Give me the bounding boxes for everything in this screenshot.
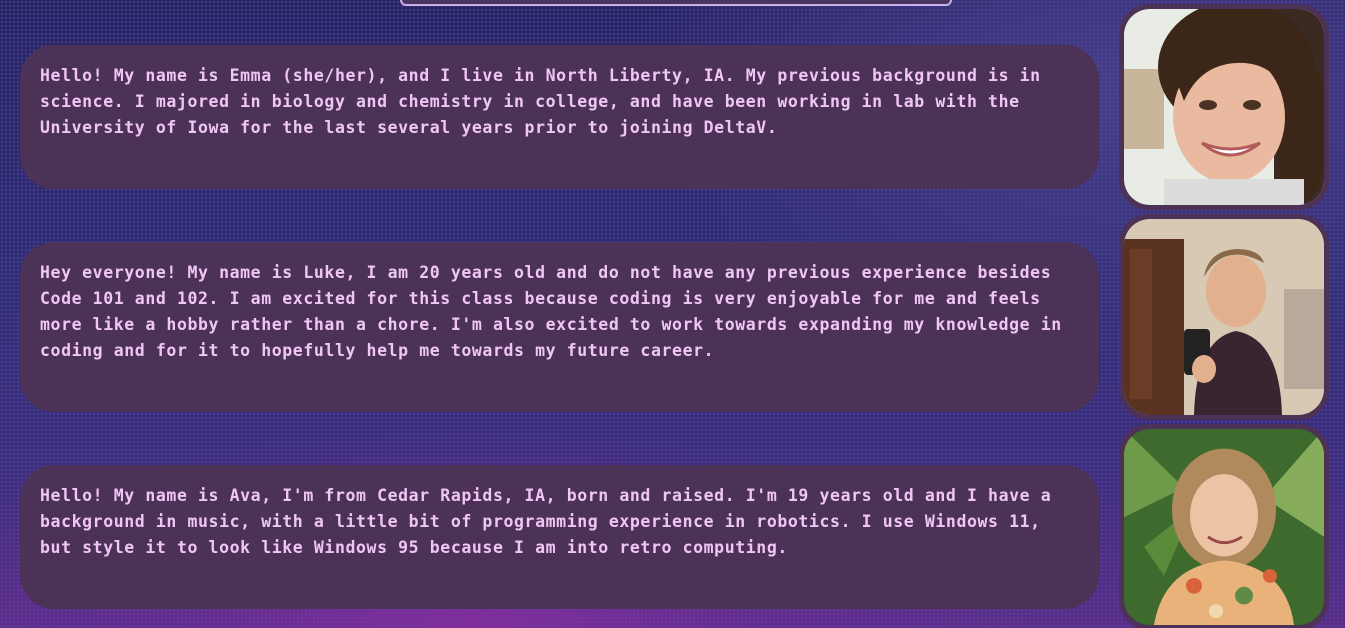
intro-card-luke: Hey everyone! My name is Luke, I am 20 y… (20, 242, 1099, 412)
photo-frame-emma (1119, 4, 1329, 210)
intro-card-emma: Hello! My name is Emma (she/her), and I … (20, 45, 1099, 189)
intro-card-ava: Hello! My name is Ava, I'm from Cedar Ra… (20, 465, 1099, 609)
photo-frame-luke (1119, 214, 1329, 420)
photo-emma (1124, 9, 1324, 205)
photo-luke (1124, 219, 1324, 415)
photo-frame-ava (1119, 424, 1329, 628)
photo-ava (1124, 429, 1324, 625)
header-bar-edge (400, 0, 952, 6)
intro-text-ava: Hello! My name is Ava, I'm from Cedar Ra… (40, 486, 1052, 557)
intro-text-emma: Hello! My name is Emma (she/her), and I … (40, 66, 1041, 137)
intro-text-luke: Hey everyone! My name is Luke, I am 20 y… (40, 263, 1062, 360)
